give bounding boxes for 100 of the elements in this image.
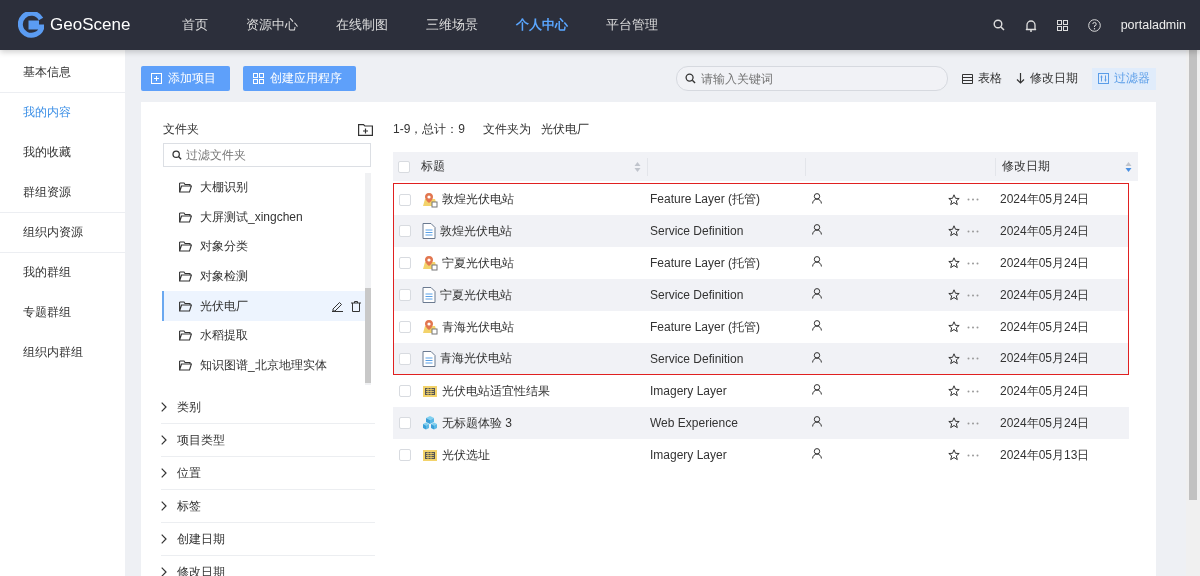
sort-button[interactable]: 修改日期 — [1016, 70, 1078, 87]
table-row[interactable]: 青海光伏电站 Service Definition 2024年05月24日 — [393, 343, 1129, 375]
table-row[interactable]: 敦煌光伏电站 Service Definition 2024年05月24日 — [393, 215, 1129, 247]
row-checkbox[interactable] — [399, 417, 411, 429]
filter-section[interactable]: 项目类型 — [161, 424, 375, 457]
more-icon[interactable] — [967, 325, 979, 329]
row-checkbox[interactable] — [399, 449, 411, 461]
filter-section[interactable]: 类别 — [161, 391, 375, 424]
search-field[interactable]: 请输入关键词 — [676, 66, 948, 91]
table-view-button[interactable]: 表格 — [962, 70, 1002, 87]
item-title[interactable]: 敦煌光伏电站 — [440, 222, 512, 240]
more-icon[interactable] — [967, 389, 979, 393]
folder-item[interactable]: 光伏电厂 — [162, 291, 365, 321]
folder-item[interactable]: 大屏测试_xingchen — [162, 202, 365, 233]
table-row[interactable]: 无标题体验 3 Web Experience 2024年05月24日 — [393, 407, 1129, 439]
star-icon[interactable] — [948, 449, 960, 461]
row-checkbox[interactable] — [399, 352, 411, 365]
column-header[interactable]: 修改日期 — [996, 152, 1138, 181]
trash-icon[interactable] — [351, 300, 361, 312]
user-icon — [812, 416, 822, 427]
star-icon[interactable] — [948, 321, 960, 333]
item-type: Service Definition — [650, 224, 745, 238]
item-title[interactable]: 宁夏光伏电站 — [442, 254, 514, 272]
table-row[interactable]: 光伏电站适宜性结果 Imagery Layer 2024年05月24日 — [393, 375, 1129, 407]
item-type: Feature Layer (托管) — [650, 191, 762, 208]
star-icon[interactable] — [948, 417, 960, 429]
nav-tab[interactable]: 在线制图 — [317, 16, 407, 34]
folder-icon — [179, 241, 192, 253]
filter-icon — [1098, 73, 1109, 84]
star-icon[interactable] — [948, 257, 960, 269]
item-type: Imagery Layer — [650, 448, 728, 462]
row-checkbox[interactable] — [399, 321, 411, 333]
bell-icon[interactable] — [1024, 18, 1037, 32]
row-checkbox[interactable] — [399, 257, 411, 269]
sidebar-item[interactable]: 我的收藏 — [0, 132, 125, 172]
item-title[interactable]: 光伏电站适宜性结果 — [442, 382, 550, 400]
row-checkbox[interactable] — [399, 289, 411, 301]
folder-item[interactable]: 知识图谱_北京地理实体 — [162, 350, 365, 381]
table-row[interactable]: 光伏选址 Imagery Layer 2024年05月13日 — [393, 439, 1129, 471]
sidebar-item[interactable]: 群组资源 — [0, 172, 125, 212]
scrollbar-thumb[interactable] — [365, 288, 371, 383]
folder-search-field[interactable]: 过滤文件夹 — [163, 143, 371, 167]
sidebar-item[interactable]: 组织内群组 — [0, 332, 125, 372]
document-icon — [422, 350, 436, 367]
filter-section[interactable]: 创建日期 — [161, 523, 375, 556]
sidebar-item[interactable]: 我的内容 — [0, 92, 125, 132]
sidebar-item[interactable]: 基本信息 — [0, 52, 125, 92]
more-icon[interactable] — [967, 293, 979, 297]
star-icon[interactable] — [948, 352, 960, 365]
filter-section[interactable]: 位置 — [161, 457, 375, 490]
sort-icon[interactable] — [634, 160, 641, 173]
folder-item[interactable]: 对象分类 — [162, 232, 365, 262]
star-icon[interactable] — [948, 289, 960, 301]
grid-icon[interactable] — [1056, 19, 1068, 31]
item-title[interactable]: 宁夏光伏电站 — [440, 286, 512, 304]
item-title[interactable]: 无标题体验 3 — [442, 414, 512, 432]
more-icon[interactable] — [967, 198, 979, 201]
select-all-checkbox[interactable] — [398, 160, 410, 173]
row-checkbox[interactable] — [399, 193, 411, 206]
folders-title: 文件夹 — [163, 121, 199, 138]
page-scrollbar-thumb[interactable] — [1189, 50, 1197, 500]
item-type: Service Definition — [650, 351, 745, 366]
item-title[interactable]: 光伏选址 — [442, 446, 490, 464]
sort-icon[interactable] — [1125, 160, 1132, 173]
column-header[interactable]: 标题 — [421, 157, 648, 176]
sidebar-item[interactable]: 我的群组 — [0, 252, 125, 292]
user-name[interactable]: portaladmin — [1120, 18, 1186, 32]
sidebar-item[interactable]: 专题群组 — [0, 292, 125, 332]
nav-tab[interactable]: 首页 — [163, 16, 227, 34]
more-icon[interactable] — [967, 229, 979, 233]
search-icon[interactable] — [992, 19, 1005, 31]
imagery-icon — [422, 383, 438, 399]
edit-icon[interactable] — [332, 300, 343, 312]
star-icon[interactable] — [948, 385, 960, 397]
folder-item[interactable]: 大棚识别 — [162, 173, 365, 203]
star-icon[interactable] — [948, 225, 960, 237]
more-icon[interactable] — [967, 357, 979, 360]
folder-item[interactable]: 对象检测 — [162, 261, 365, 292]
nav-tab[interactable]: 平台管理 — [587, 16, 677, 34]
row-checkbox[interactable] — [399, 225, 411, 237]
table-row[interactable]: 宁夏光伏电站 Service Definition 2024年05月24日 — [393, 279, 1129, 311]
more-icon[interactable] — [967, 421, 979, 425]
item-title[interactable]: 青海光伏电站 — [442, 318, 514, 336]
folder-label: 文件夹为 — [483, 121, 532, 138]
more-icon[interactable] — [967, 453, 979, 457]
nav-tab[interactable]: 三维场景 — [407, 16, 497, 34]
more-icon[interactable] — [967, 261, 979, 265]
row-checkbox[interactable] — [399, 385, 411, 397]
nav-tab[interactable]: 个人中心 — [497, 16, 587, 34]
help-icon[interactable] — [1087, 18, 1101, 32]
new-folder-icon[interactable] — [358, 123, 373, 136]
sidebar-item[interactable]: 组织内资源 — [0, 212, 125, 252]
filter-section[interactable]: 标签 — [161, 490, 375, 523]
folder-item[interactable]: 水稻提取 — [162, 320, 365, 351]
star-icon[interactable] — [948, 193, 960, 206]
modified-date: 2024年05月13日 — [1000, 446, 1091, 464]
nav-tab[interactable]: 资源中心 — [227, 16, 317, 34]
item-title[interactable]: 青海光伏电站 — [440, 350, 512, 367]
item-title[interactable]: 敦煌光伏电站 — [442, 191, 514, 208]
cubes-icon — [422, 415, 438, 431]
